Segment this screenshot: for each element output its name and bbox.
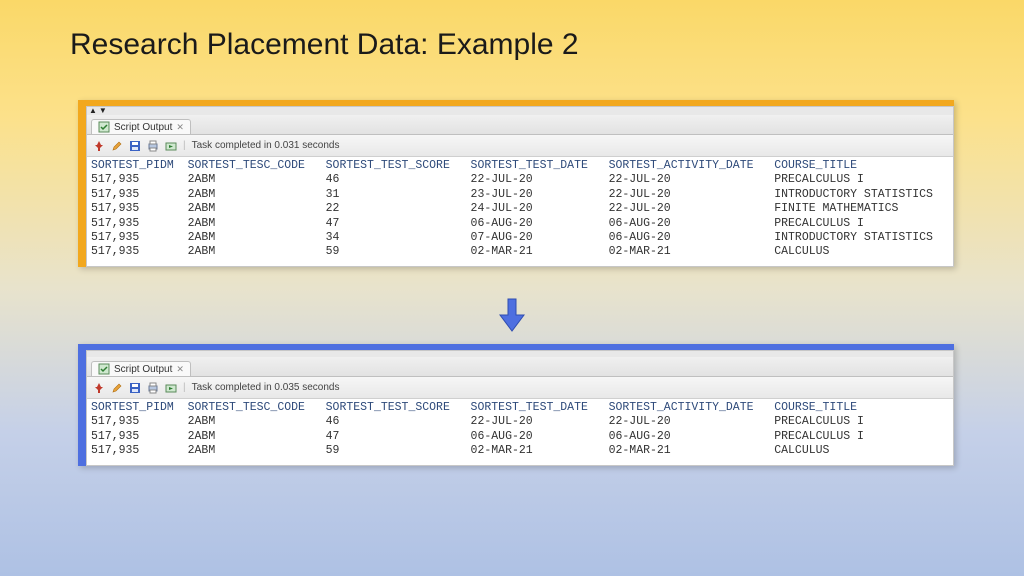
save-icon[interactable] [129, 382, 141, 394]
pin-icon[interactable] [93, 382, 105, 394]
task-status: Task completed in 0.035 seconds [192, 382, 340, 393]
close-icon[interactable]: ✕ [176, 122, 184, 133]
marker-icon: ▼ [99, 107, 107, 115]
pencil-icon[interactable] [111, 382, 123, 394]
tab-script-output[interactable]: Script Output ✕ [91, 119, 191, 134]
tab-bar: Script Output ✕ [87, 357, 953, 377]
panel-after: Script Output ✕ | Task completed in 0.03… [78, 344, 954, 466]
print-icon[interactable] [147, 382, 159, 394]
script-output-icon [98, 121, 110, 133]
save-icon[interactable] [129, 140, 141, 152]
run-icon[interactable] [165, 140, 177, 152]
tab-label: Script Output [114, 122, 172, 133]
run-icon[interactable] [165, 382, 177, 394]
print-icon[interactable] [147, 140, 159, 152]
tab-label: Script Output [114, 364, 172, 375]
separator: | [183, 382, 186, 393]
results-grid-after: SORTEST_PIDM SORTEST_TESC_CODE SORTEST_T… [87, 399, 953, 465]
separator: | [183, 140, 186, 151]
marker-icon: ▲ [89, 107, 97, 115]
toolbar: | Task completed in 0.031 seconds [87, 135, 953, 157]
toolbar: | Task completed in 0.035 seconds [87, 377, 953, 399]
tab-bar: Script Output ✕ [87, 115, 953, 135]
results-grid-before: SORTEST_PIDM SORTEST_TESC_CODE SORTEST_T… [87, 157, 953, 266]
tab-script-output[interactable]: Script Output ✕ [91, 361, 191, 376]
page-title: Research Placement Data: Example 2 [0, 0, 1024, 62]
close-icon[interactable]: ✕ [176, 364, 184, 375]
pencil-icon[interactable] [111, 140, 123, 152]
pin-icon[interactable] [93, 140, 105, 152]
script-output-icon [98, 363, 110, 375]
task-status: Task completed in 0.031 seconds [192, 140, 340, 151]
down-arrow-icon [498, 297, 526, 333]
panel-before: ▲ ▼ Script Output ✕ | Task completed in … [78, 100, 954, 267]
